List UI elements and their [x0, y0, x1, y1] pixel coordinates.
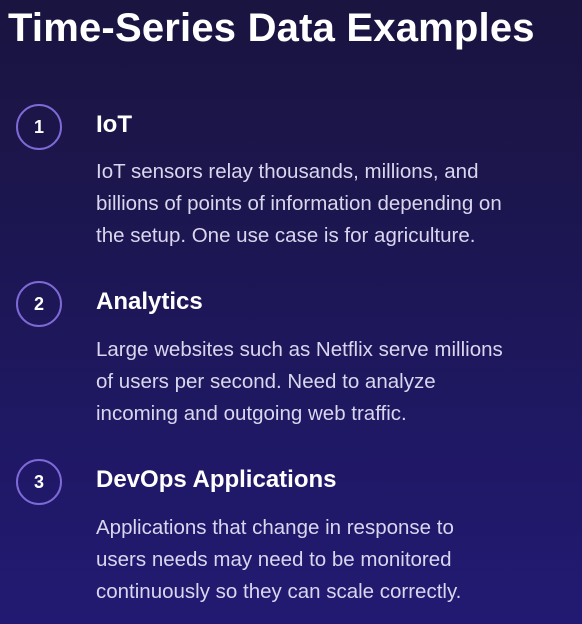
item-description: IoT sensors relay thousands, millions, a… — [96, 156, 578, 252]
step-number-badge: 2 — [16, 281, 62, 327]
description-line: Applications that change in response to — [96, 516, 454, 539]
item-heading: IoT — [96, 111, 132, 138]
description-line: IoT sensors relay thousands, millions, a… — [96, 160, 479, 183]
step-number-badge: 1 — [16, 104, 62, 150]
description-line: users needs may need to be monitored — [96, 548, 452, 571]
item-description: Applications that change in response to … — [96, 512, 578, 608]
item-description: Large websites such as Netflix serve mil… — [96, 334, 578, 430]
description-line: Large websites such as Netflix serve mil… — [96, 338, 503, 361]
description-line: of users per second. Need to analyze — [96, 370, 436, 393]
description-line: billions of points of information depend… — [96, 192, 502, 215]
page-title: Time-Series Data Examples — [8, 6, 535, 50]
item-heading: DevOps Applications — [96, 466, 337, 493]
item-heading: Analytics — [96, 288, 203, 315]
description-line: continuously so they can scale correctly… — [96, 580, 462, 603]
step-number-badge: 3 — [16, 459, 62, 505]
description-line: the setup. One use case is for agricultu… — [96, 224, 476, 247]
description-line: incoming and outgoing web traffic. — [96, 402, 407, 425]
